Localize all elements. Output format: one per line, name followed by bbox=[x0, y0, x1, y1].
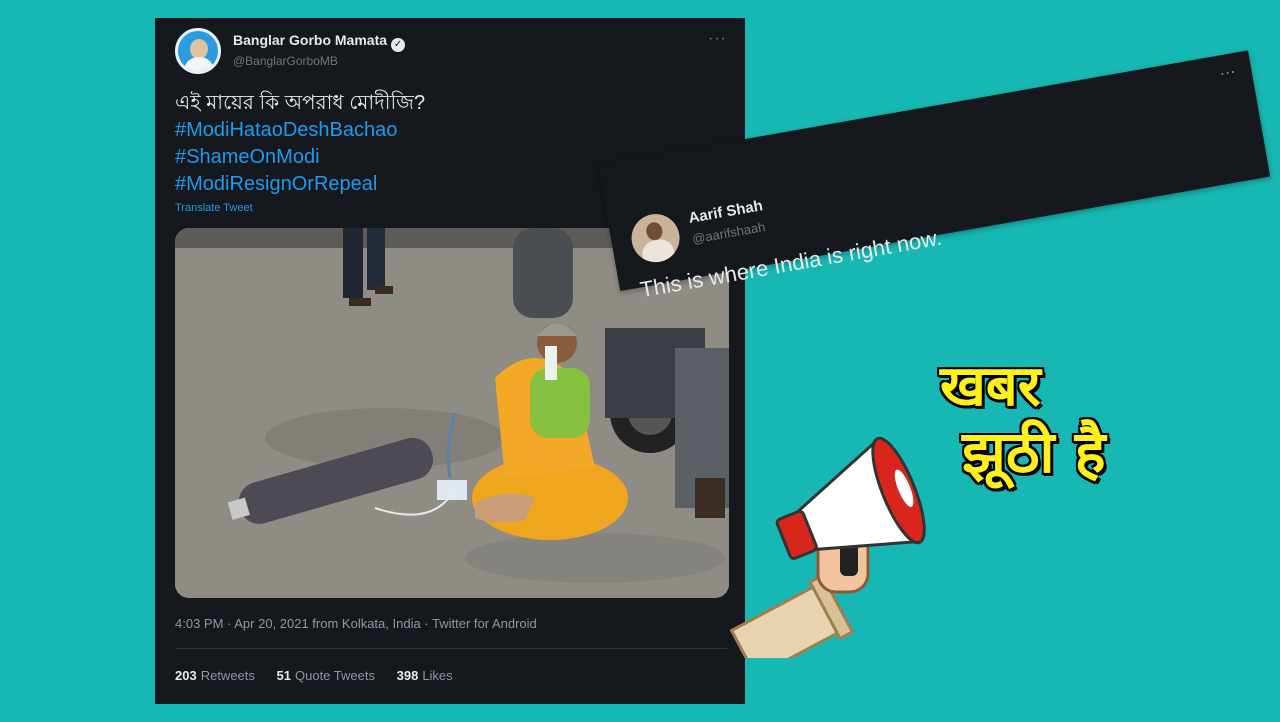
quote-tweets-label: Quote Tweets bbox=[295, 668, 375, 683]
display-name-text: Banglar Gorbo Mamata bbox=[233, 32, 388, 48]
headline-line-1: खबर bbox=[940, 354, 1041, 419]
tweet-header: Banglar Gorbo Mamata ✓ @BanglarGorboMB ··… bbox=[175, 24, 727, 80]
avatar-body bbox=[184, 57, 214, 71]
fake-news-headline: खबर झूठी है bbox=[940, 354, 1106, 487]
likes-count: 398 bbox=[396, 668, 419, 683]
user-handle[interactable]: @BanglarGorboMB bbox=[233, 54, 338, 68]
retweets-count: 203 bbox=[175, 668, 197, 683]
retweets-label: Retweets bbox=[200, 668, 255, 683]
avatar-body bbox=[640, 237, 676, 266]
avatar-face bbox=[190, 39, 208, 59]
more-icon[interactable]: ··· bbox=[1218, 63, 1237, 84]
tweet-timestamp[interactable]: 4:03 PM · Apr 20, 2021 from Kolkata, Ind… bbox=[175, 616, 537, 631]
tweet-stats: 203 Retweets 51 Quote Tweets 398 Likes bbox=[175, 668, 471, 683]
tweet-text: This is where India is right now. bbox=[638, 224, 944, 303]
likes-label: Likes bbox=[422, 668, 453, 683]
retweets-stat[interactable]: 203 Retweets bbox=[175, 668, 255, 683]
divider bbox=[175, 648, 727, 649]
avatar[interactable] bbox=[175, 28, 221, 74]
display-name[interactable]: Banglar Gorbo Mamata ✓ bbox=[233, 32, 406, 52]
megaphone-icon bbox=[720, 388, 960, 679]
tweet-text-line: এই মায়ের কি অপরাধ মোদীজি? bbox=[175, 92, 426, 114]
tweet-card: Banglar Gorbo Mamata ✓ @BanglarGorboMB ··… bbox=[155, 18, 745, 704]
translate-tweet-link[interactable]: Translate Tweet bbox=[175, 202, 253, 214]
quote-tweets-count: 51 bbox=[276, 668, 291, 683]
avatar[interactable] bbox=[627, 210, 684, 266]
more-icon[interactable]: ··· bbox=[708, 30, 727, 48]
headline-line-2: झूठी है bbox=[962, 418, 1106, 487]
quote-tweets-stat[interactable]: 51 Quote Tweets bbox=[277, 668, 375, 683]
hashtag-link[interactable]: #ModiHataoDeshBachao bbox=[175, 117, 715, 144]
likes-stat[interactable]: 398 Likes bbox=[397, 668, 453, 683]
verified-icon: ✓ bbox=[391, 38, 406, 52]
